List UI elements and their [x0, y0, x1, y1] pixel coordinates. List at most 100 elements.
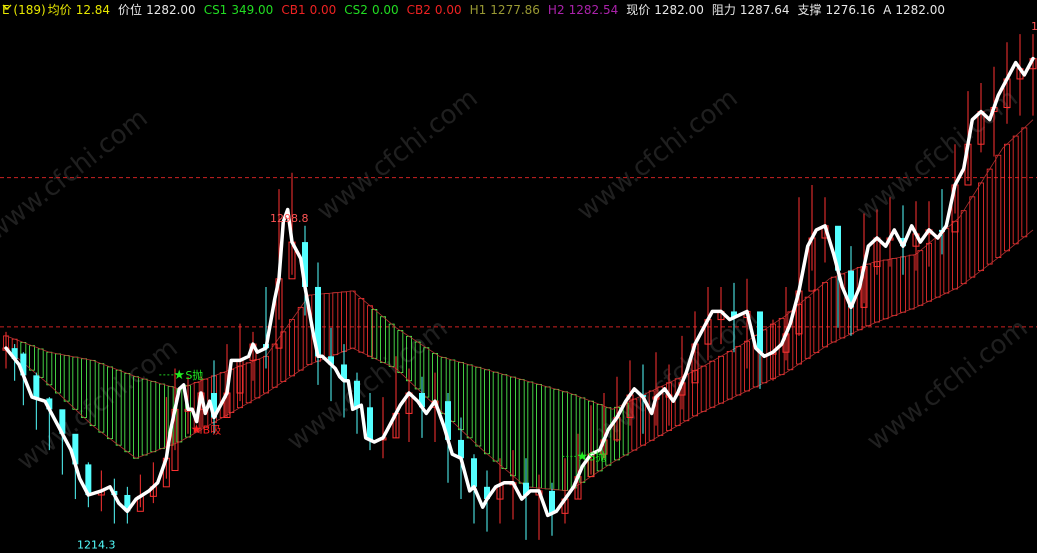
indicator-value: 0.00	[309, 3, 337, 17]
indicator-cb1-3: CB1	[281, 3, 306, 17]
bull-band-bar	[908, 254, 915, 310]
sell-signal-label: S抛	[185, 368, 203, 382]
bull-band-bar	[830, 276, 837, 343]
indicator-value: 1282.00	[146, 3, 196, 17]
bear-band-bar	[107, 366, 113, 440]
bull-band-bar	[804, 296, 811, 359]
bull-band-bar	[986, 168, 993, 265]
candle-body-down	[367, 407, 373, 440]
indicator--0: 均价	[47, 3, 72, 17]
bear-band-bar	[98, 363, 105, 433]
bear-band-bar	[150, 381, 157, 453]
indicator-value: 0.00	[371, 3, 399, 17]
bull-band-bar	[709, 360, 716, 408]
indicator-value: 1282.00	[654, 3, 704, 17]
corner-price-label: 1	[1031, 20, 1037, 33]
bear-band-bar	[475, 366, 482, 447]
bull-band-bar	[813, 289, 820, 354]
bull-band-bar	[822, 282, 828, 348]
bear-band-bar	[380, 316, 386, 363]
bear-band-bar	[388, 323, 395, 367]
bear-band-bar	[544, 386, 551, 490]
indicator-value: 1282.54	[568, 3, 619, 17]
bear-band-bar	[518, 379, 525, 484]
indicator-info-bar: E (189) 均价 12.84 价位 1282.00 CS1 349.00 CB1 0.00 C…	[2, 2, 959, 18]
bear-band-bar	[527, 381, 534, 488]
bear-band-bar	[29, 345, 35, 371]
bear-band-bar	[141, 378, 148, 456]
indicator--9: 阻力	[711, 3, 736, 17]
indicator-value: 0.00	[434, 3, 462, 17]
bear-band-bar	[37, 348, 44, 378]
bull-band-bar	[995, 154, 1002, 258]
bear-band-bar	[72, 356, 79, 410]
bull-band-bar	[882, 259, 889, 320]
bear-band-bar	[484, 369, 490, 455]
bear-band-bar	[536, 384, 542, 489]
indicator-value: 1276.16	[825, 3, 876, 17]
buy-signal-label: B吸	[203, 424, 222, 437]
bull-band-bar	[978, 182, 984, 272]
bear-band-bar	[133, 376, 139, 459]
bull-band-bar	[726, 351, 733, 400]
bear-band-bar	[63, 355, 70, 402]
indicator--8: 现价	[626, 3, 651, 17]
bull-band-bar	[700, 365, 707, 412]
bull-band-bar	[271, 343, 278, 388]
bull-band-bar	[735, 346, 742, 396]
bear-band-bar	[466, 364, 473, 439]
low-price-label: 1214.3	[77, 538, 116, 551]
bull-band-bar	[917, 250, 924, 306]
bear-band-bar	[501, 374, 508, 469]
bull-band-bar	[1012, 135, 1019, 245]
indicator-value: 1277.86	[490, 3, 540, 17]
candle-body-down	[757, 311, 763, 353]
indicator--1: 价位	[118, 3, 143, 17]
bull-band-bar	[960, 210, 967, 285]
indicator-h1-6: H1	[469, 3, 487, 17]
high-price-label: 1298.8	[270, 212, 309, 225]
bear-band-bar	[397, 330, 404, 374]
bear-band-bar	[570, 394, 577, 489]
star-icon: ★	[191, 423, 203, 438]
bull-band-bar	[254, 359, 261, 399]
indicator-value: 1287.64	[739, 3, 790, 17]
bear-band-bar	[492, 371, 499, 462]
bull-band-bar	[1004, 143, 1010, 252]
bull-band-bar	[341, 291, 347, 352]
bear-band-bar	[124, 373, 131, 453]
star-icon: ★	[173, 368, 185, 383]
bull-band-bar	[891, 258, 898, 316]
chart-panel[interactable]: E (189) 均价 12.84 价位 1282.00 CS1 349.00 CB1 0.00 C…	[0, 0, 1037, 553]
indicator-value: 1282.00	[895, 3, 945, 17]
indicator-value: 349.00	[231, 3, 274, 17]
chevron-down-icon[interactable]	[2, 2, 12, 12]
star-icon: ★	[576, 449, 588, 464]
bull-band-bar	[289, 319, 295, 377]
candle-body-down	[471, 458, 477, 487]
bull-band-bar	[323, 293, 330, 359]
sell-signal-label: S抛	[588, 449, 606, 463]
bull-band-bar	[969, 196, 976, 278]
bear-band-bar	[115, 369, 122, 446]
bear-band-bar	[81, 358, 87, 418]
bull-band-bar	[297, 306, 304, 371]
indicator-value: 12.84	[75, 3, 111, 17]
bull-band-bar	[349, 290, 356, 349]
bear-band-bar	[414, 341, 421, 390]
indicator-cs1-2: CS1	[203, 3, 228, 17]
candle-body-down	[33, 375, 40, 399]
price-chart[interactable]: 1298.81214.31★ S抛★ B吸★ S抛	[0, 0, 1037, 553]
indicator--10: 支撑	[797, 3, 822, 17]
bear-band-bar	[159, 383, 165, 449]
indicator-cs2-4: CS2	[344, 3, 368, 17]
bull-band-bar	[332, 292, 339, 356]
bull-band-bar	[683, 374, 690, 422]
indicator-h2-7: H2	[547, 3, 565, 17]
bull-band-bar	[358, 297, 365, 353]
bear-band-bar	[89, 359, 96, 427]
bear-band-bar	[46, 351, 53, 386]
candle-body-down	[354, 380, 360, 408]
bull-band-bar	[934, 235, 941, 298]
indicator-a-11: A	[883, 3, 892, 17]
